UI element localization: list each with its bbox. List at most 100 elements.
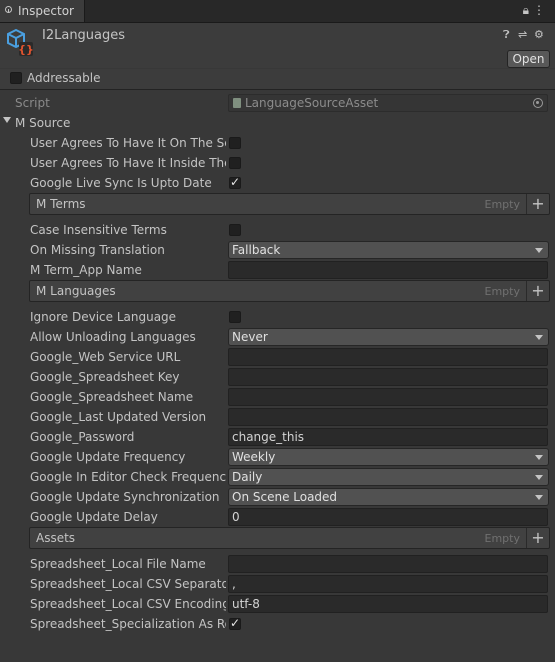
csv-encoding-row: Spreadsheet_Local CSV Encoding utf-8 — [0, 594, 555, 614]
assets-title: Assets — [36, 531, 76, 545]
m-terms-add-button[interactable]: + — [526, 194, 549, 214]
ignore-device-lang-checkbox[interactable] — [229, 311, 241, 323]
spreadsheet-key-field[interactable] — [228, 368, 548, 386]
m-languages-list[interactable]: M Languages Empty + — [29, 280, 550, 302]
spreadsheet-name-label: Google_Spreadsheet Name — [30, 390, 194, 404]
m-source-foldout[interactable]: M Source — [0, 113, 555, 133]
update-frequency-value: Weekly — [232, 450, 276, 464]
live-sync-label: Google Live Sync Is Upto Date — [30, 176, 212, 190]
missing-translation-row: On Missing Translation Fallback — [0, 240, 555, 260]
ignore-device-lang-label: Ignore Device Language — [30, 310, 177, 324]
sliders-icon[interactable]: ⇌ — [518, 28, 527, 41]
chevron-down-icon — [535, 335, 543, 340]
term-app-name-field[interactable] — [228, 261, 548, 279]
term-app-name-label: M Term_App Name — [30, 263, 142, 277]
last-updated-version-field[interactable] — [228, 408, 548, 426]
agree-scene-checkbox[interactable] — [229, 137, 241, 149]
chevron-down-icon — [535, 475, 543, 480]
csv-separator-value: , — [232, 577, 236, 591]
editor-check-frequency-row: Google In Editor Check Frequency Daily — [0, 467, 555, 487]
update-delay-field[interactable]: 0 — [228, 508, 548, 526]
cube-braces-icon: {} — [7, 28, 34, 56]
help-icon[interactable]: ❓︎ — [503, 28, 510, 42]
specialization-rows-checkbox[interactable] — [229, 616, 241, 630]
case-insensitive-checkbox[interactable] — [229, 224, 241, 236]
spreadsheet-name-row: Google_Spreadsheet Name — [0, 387, 555, 407]
update-frequency-label: Google Update Frequency — [30, 450, 186, 464]
csv-separator-field[interactable]: , — [228, 575, 548, 593]
assets-add-button[interactable]: + — [526, 528, 549, 548]
last-updated-version-row: Google_Last Updated Version — [0, 407, 555, 427]
local-file-name-field[interactable] — [228, 555, 548, 573]
live-sync-checkbox[interactable] — [229, 175, 241, 189]
csv-separator-row: Spreadsheet_Local CSV Separator , — [0, 574, 555, 594]
update-delay-label: Google Update Delay — [30, 510, 158, 524]
lock-icon[interactable]: 🔒︎ — [523, 3, 533, 17]
tab-inspector-label: Inspector — [18, 4, 74, 18]
web-service-url-field[interactable] — [228, 348, 548, 366]
settings-icon[interactable]: ⚙ — [534, 28, 544, 41]
agree-inside-row: User Agrees To Have It Inside The F — [0, 153, 555, 173]
csv-encoding-label: Spreadsheet_Local CSV Encoding — [30, 597, 226, 611]
case-insensitive-label: Case Insensitive Terms — [30, 223, 167, 237]
last-updated-version-label: Google_Last Updated Version — [30, 410, 207, 424]
password-row: Google_Password change_this — [0, 427, 555, 447]
local-file-name-label: Spreadsheet_Local File Name — [30, 557, 206, 571]
script-file-icon — [233, 98, 241, 108]
allow-unloading-dropdown[interactable]: Never — [228, 328, 549, 346]
agree-scene-label: User Agrees To Have It On The Sce — [30, 136, 226, 150]
m-terms-list[interactable]: M Terms Empty + — [29, 193, 550, 215]
missing-translation-dropdown[interactable]: Fallback — [228, 241, 549, 259]
asset-title: I2Languages — [42, 28, 126, 43]
addressable-checkbox[interactable] — [10, 72, 22, 84]
update-sync-label: Google Update Synchronization — [30, 490, 220, 504]
kebab-menu-icon[interactable]: ⋮ — [533, 3, 549, 17]
missing-translation-value: Fallback — [232, 243, 281, 257]
specialization-rows-row: Spreadsheet_Specialization As Rov — [0, 614, 555, 634]
object-picker-icon[interactable] — [533, 98, 543, 108]
csv-encoding-field[interactable]: utf-8 — [228, 595, 548, 613]
agree-inside-checkbox[interactable] — [229, 157, 241, 169]
addressable-label: Addressable — [27, 71, 101, 85]
m-languages-title: M Languages — [36, 284, 116, 298]
csv-encoding-value: utf-8 — [232, 597, 260, 611]
chevron-down-icon — [535, 455, 543, 460]
case-insensitive-row: Case Insensitive Terms — [0, 220, 555, 240]
update-frequency-row: Google Update Frequency Weekly — [0, 447, 555, 467]
m-languages-add-button[interactable]: + — [526, 281, 549, 301]
ignore-device-lang-row: Ignore Device Language — [0, 307, 555, 327]
m-terms-empty: Empty — [484, 198, 520, 211]
web-service-url-row: Google_Web Service URL — [0, 347, 555, 367]
m-source-label: M Source — [15, 116, 71, 130]
editor-check-frequency-dropdown[interactable]: Daily — [228, 468, 549, 486]
open-button[interactable]: Open — [507, 50, 550, 68]
term-app-name-row: M Term_App Name — [0, 260, 555, 280]
update-sync-row: Google Update Synchronization On Scene L… — [0, 487, 555, 507]
chevron-down-icon — [535, 495, 543, 500]
password-label: Google_Password — [30, 430, 135, 444]
allow-unloading-label: Allow Unloading Languages — [30, 330, 196, 344]
script-label: Script — [15, 96, 50, 110]
script-row: Script LanguageSourceAsset — [0, 93, 555, 113]
assets-empty: Empty — [484, 532, 520, 545]
inspector-header: {} I2Languages ❓︎ ⇌ ⚙ — [0, 23, 555, 68]
agree-scene-row: User Agrees To Have It On The Sce — [0, 133, 555, 153]
allow-unloading-row: Allow Unloading Languages Never — [0, 327, 555, 347]
tab-inspector[interactable]: Inspector — [0, 0, 85, 22]
update-frequency-dropdown[interactable]: Weekly — [228, 448, 549, 466]
live-sync-row: Google Live Sync Is Upto Date — [0, 173, 555, 193]
tab-bar: Inspector 🔒︎⋮ — [0, 0, 555, 23]
assets-list[interactable]: Assets Empty + — [29, 527, 550, 549]
m-terms-title: M Terms — [36, 197, 86, 211]
svg-text:{}: {} — [18, 43, 34, 56]
password-value: change_this — [232, 430, 305, 444]
script-field[interactable]: LanguageSourceAsset — [228, 94, 548, 112]
password-field[interactable]: change_this — [228, 428, 548, 446]
spreadsheet-name-field[interactable] — [228, 388, 548, 406]
update-delay-row: Google Update Delay 0 — [0, 507, 555, 527]
foldout-arrow-icon[interactable] — [3, 117, 11, 123]
local-file-name-row: Spreadsheet_Local File Name — [0, 554, 555, 574]
missing-translation-label: On Missing Translation — [30, 243, 165, 257]
editor-check-frequency-value: Daily — [232, 470, 263, 484]
update-sync-dropdown[interactable]: On Scene Loaded — [228, 488, 549, 506]
